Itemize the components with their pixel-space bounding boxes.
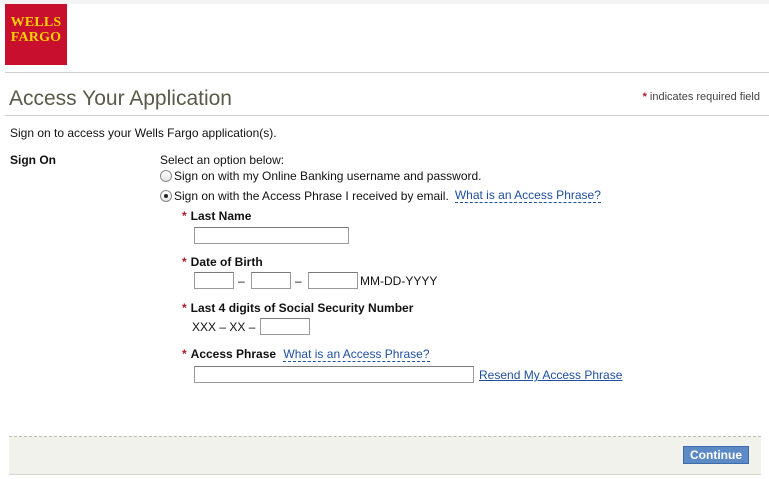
ssn-prefix: XXX – XX – bbox=[192, 320, 256, 334]
radio-access-phrase[interactable] bbox=[160, 189, 172, 202]
last-name-label-text: Last Name bbox=[190, 209, 252, 223]
title-divider bbox=[5, 115, 769, 116]
dob-month-input[interactable] bbox=[194, 272, 234, 289]
what-is-access-phrase-link[interactable]: What is an Access Phrase? bbox=[454, 188, 601, 203]
required-field-note: * indicates required field bbox=[643, 91, 760, 103]
sign-on-label: Sign On bbox=[10, 153, 56, 167]
dob-label-text: Date of Birth bbox=[190, 255, 263, 269]
radio-online-banking[interactable] bbox=[160, 170, 172, 182]
option-online-banking-label: Sign on with my Online Banking username … bbox=[174, 169, 482, 183]
required-star: * bbox=[182, 301, 187, 315]
ssn-label: * Last 4 digits of Social Security Number bbox=[182, 301, 413, 315]
dob-year-input[interactable] bbox=[308, 272, 358, 289]
wells-fargo-logo[interactable]: WELLS FARGO bbox=[5, 4, 67, 65]
continue-button[interactable]: Continue bbox=[683, 446, 749, 464]
option-access-phrase[interactable]: Sign on with the Access Phrase I receive… bbox=[160, 188, 601, 203]
page-title: Access Your Application bbox=[9, 87, 232, 110]
dob-separator: – bbox=[295, 274, 302, 288]
date-of-birth-label: * Date of Birth bbox=[182, 255, 263, 269]
footer-bar: Continue bbox=[9, 436, 761, 475]
resend-access-phrase-link[interactable]: Resend My Access Phrase bbox=[479, 368, 622, 382]
access-phrase-input[interactable] bbox=[194, 366, 474, 383]
ssn-label-text: Last 4 digits of Social Security Number bbox=[190, 301, 414, 315]
header-divider bbox=[5, 72, 769, 73]
last-name-label: * Last Name bbox=[182, 209, 251, 223]
ssn-last4-input[interactable] bbox=[260, 318, 310, 335]
dob-format-hint: MM-DD-YYYY bbox=[360, 274, 438, 288]
required-star: * bbox=[182, 347, 187, 361]
what-is-access-phrase-link-2[interactable]: What is an Access Phrase? bbox=[283, 347, 430, 362]
top-band bbox=[0, 0, 769, 4]
option-online-banking[interactable]: Sign on with my Online Banking username … bbox=[160, 169, 482, 183]
dob-separator: – bbox=[238, 274, 245, 288]
required-note-text: indicates required field bbox=[649, 91, 760, 103]
required-star: * bbox=[182, 209, 187, 223]
dob-day-input[interactable] bbox=[251, 272, 291, 289]
last-name-input[interactable] bbox=[194, 227, 349, 244]
option-access-phrase-label: Sign on with the Access Phrase I receive… bbox=[174, 188, 449, 203]
access-phrase-label: * Access Phrase What is an Access Phrase? bbox=[182, 347, 430, 362]
select-option-prompt: Select an option below: bbox=[160, 153, 285, 167]
required-star: * bbox=[642, 91, 647, 103]
logo-line-1: WELLS bbox=[10, 15, 62, 30]
required-star: * bbox=[182, 255, 187, 269]
intro-text: Sign on to access your Wells Fargo appli… bbox=[10, 126, 277, 140]
logo-line-2: FARGO bbox=[10, 30, 62, 45]
access-phrase-label-text: Access Phrase bbox=[190, 347, 277, 361]
